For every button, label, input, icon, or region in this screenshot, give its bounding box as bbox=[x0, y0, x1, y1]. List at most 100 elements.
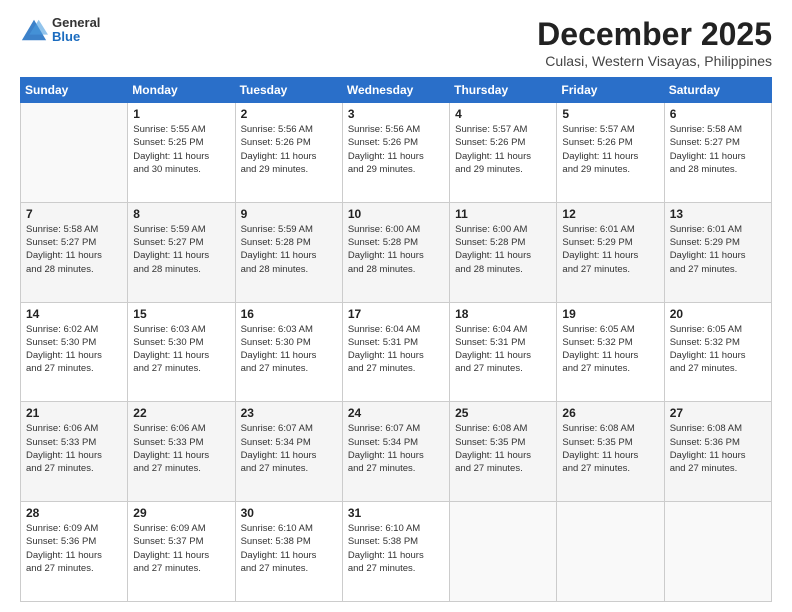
day-info: Sunrise: 5:58 AMSunset: 5:27 PMDaylight:… bbox=[670, 123, 766, 176]
day-number: 3 bbox=[348, 107, 444, 121]
day-number: 15 bbox=[133, 307, 229, 321]
day-number: 2 bbox=[241, 107, 337, 121]
table-row: 10 Sunrise: 6:00 AMSunset: 5:28 PMDayligh… bbox=[342, 202, 449, 302]
table-row: 17Sunrise: 6:04 AMSunset: 5:31 PMDayligh… bbox=[342, 302, 449, 402]
main-title: December 2025 bbox=[537, 16, 772, 53]
table-row bbox=[450, 502, 557, 602]
header-thursday: Thursday bbox=[450, 78, 557, 103]
day-number: 27 bbox=[670, 406, 766, 420]
calendar-week-row: 28 Sunrise: 6:09 AMSunset: 5:36 PMDayligh… bbox=[21, 502, 772, 602]
day-number: 4 bbox=[455, 107, 551, 121]
table-row: 27 Sunrise: 6:08 AMSunset: 5:36 PMDayligh… bbox=[664, 402, 771, 502]
day-number: 6 bbox=[670, 107, 766, 121]
day-info: Sunrise: 6:09 AMSunset: 5:36 PMDaylight:… bbox=[26, 522, 122, 575]
table-row: 13 Sunrise: 6:01 AMSunset: 5:29 PMDayligh… bbox=[664, 202, 771, 302]
logo-text: General Blue bbox=[52, 16, 100, 45]
day-number: 9 bbox=[241, 207, 337, 221]
calendar-week-row: 7Sunrise: 5:58 AMSunset: 5:27 PMDaylight… bbox=[21, 202, 772, 302]
day-number: 31 bbox=[348, 506, 444, 520]
day-number: 1 bbox=[133, 107, 229, 121]
table-row: 28 Sunrise: 6:09 AMSunset: 5:36 PMDayligh… bbox=[21, 502, 128, 602]
header-saturday: Saturday bbox=[664, 78, 771, 103]
table-row: 4Sunrise: 5:57 AMSunset: 5:26 PMDaylight… bbox=[450, 103, 557, 203]
logo: General Blue bbox=[20, 16, 100, 45]
day-info: Sunrise: 6:08 AMSunset: 5:36 PMDaylight:… bbox=[670, 422, 766, 475]
table-row: 29Sunrise: 6:09 AMSunset: 5:37 PMDayligh… bbox=[128, 502, 235, 602]
table-row: 8 Sunrise: 5:59 AMSunset: 5:27 PMDaylight… bbox=[128, 202, 235, 302]
day-info: Sunrise: 5:59 AMSunset: 5:27 PMDaylight:… bbox=[133, 223, 229, 276]
day-info: Sunrise: 6:01 AMSunset: 5:29 PMDaylight:… bbox=[562, 223, 658, 276]
day-info: Sunrise: 6:04 AMSunset: 5:31 PMDaylight:… bbox=[455, 323, 551, 376]
table-row: 9 Sunrise: 5:59 AMSunset: 5:28 PMDaylight… bbox=[235, 202, 342, 302]
day-number: 16 bbox=[241, 307, 337, 321]
day-number: 22 bbox=[133, 406, 229, 420]
day-info: Sunrise: 6:06 AMSunset: 5:33 PMDaylight:… bbox=[133, 422, 229, 475]
table-row: 19 Sunrise: 6:05 AMSunset: 5:32 PMDayligh… bbox=[557, 302, 664, 402]
page: General Blue December 2025 Culasi, Weste… bbox=[0, 0, 792, 612]
day-info: Sunrise: 6:07 AMSunset: 5:34 PMDaylight:… bbox=[348, 422, 444, 475]
table-row: 21Sunrise: 6:06 AMSunset: 5:33 PMDayligh… bbox=[21, 402, 128, 502]
table-row bbox=[557, 502, 664, 602]
day-number: 30 bbox=[241, 506, 337, 520]
day-number: 20 bbox=[670, 307, 766, 321]
day-number: 23 bbox=[241, 406, 337, 420]
table-row: 22 Sunrise: 6:06 AMSunset: 5:33 PMDayligh… bbox=[128, 402, 235, 502]
logo-general-text: General bbox=[52, 16, 100, 30]
calendar-header-row: Sunday Monday Tuesday Wednesday Thursday… bbox=[21, 78, 772, 103]
day-info: Sunrise: 6:10 AMSunset: 5:38 PMDaylight:… bbox=[348, 522, 444, 575]
header-monday: Monday bbox=[128, 78, 235, 103]
header-friday: Friday bbox=[557, 78, 664, 103]
day-info: Sunrise: 6:10 AMSunset: 5:38 PMDaylight:… bbox=[241, 522, 337, 575]
logo-icon bbox=[20, 16, 48, 44]
header: General Blue December 2025 Culasi, Weste… bbox=[20, 16, 772, 69]
table-row: 24 Sunrise: 6:07 AMSunset: 5:34 PMDayligh… bbox=[342, 402, 449, 502]
day-number: 26 bbox=[562, 406, 658, 420]
table-row: 5Sunrise: 5:57 AMSunset: 5:26 PMDaylight… bbox=[557, 103, 664, 203]
day-number: 19 bbox=[562, 307, 658, 321]
subtitle: Culasi, Western Visayas, Philippines bbox=[537, 53, 772, 69]
table-row: 18 Sunrise: 6:04 AMSunset: 5:31 PMDayligh… bbox=[450, 302, 557, 402]
day-info: Sunrise: 6:00 AMSunset: 5:28 PMDaylight:… bbox=[348, 223, 444, 276]
day-info: Sunrise: 5:59 AMSunset: 5:28 PMDaylight:… bbox=[241, 223, 337, 276]
calendar-table: Sunday Monday Tuesday Wednesday Thursday… bbox=[20, 77, 772, 602]
table-row: 16 Sunrise: 6:03 AMSunset: 5:30 PMDayligh… bbox=[235, 302, 342, 402]
table-row: 26 Sunrise: 6:08 AMSunset: 5:35 PMDayligh… bbox=[557, 402, 664, 502]
table-row: 31 Sunrise: 6:10 AMSunset: 5:38 PMDayligh… bbox=[342, 502, 449, 602]
day-info: Sunrise: 5:55 AMSunset: 5:25 PMDaylight:… bbox=[133, 123, 229, 176]
table-row: 23 Sunrise: 6:07 AMSunset: 5:34 PMDayligh… bbox=[235, 402, 342, 502]
table-row: 3Sunrise: 5:56 AMSunset: 5:26 PMDaylight… bbox=[342, 103, 449, 203]
table-row: 7Sunrise: 5:58 AMSunset: 5:27 PMDaylight… bbox=[21, 202, 128, 302]
day-number: 21 bbox=[26, 406, 122, 420]
day-number: 24 bbox=[348, 406, 444, 420]
calendar-week-row: 1 Sunrise: 5:55 AMSunset: 5:25 PMDaylight… bbox=[21, 103, 772, 203]
table-row: 1 Sunrise: 5:55 AMSunset: 5:25 PMDaylight… bbox=[128, 103, 235, 203]
table-row: 20Sunrise: 6:05 AMSunset: 5:32 PMDayligh… bbox=[664, 302, 771, 402]
day-info: Sunrise: 6:01 AMSunset: 5:29 PMDaylight:… bbox=[670, 223, 766, 276]
day-info: Sunrise: 6:03 AMSunset: 5:30 PMDaylight:… bbox=[133, 323, 229, 376]
day-info: Sunrise: 5:58 AMSunset: 5:27 PMDaylight:… bbox=[26, 223, 122, 276]
table-row: 6 Sunrise: 5:58 AMSunset: 5:27 PMDaylight… bbox=[664, 103, 771, 203]
day-number: 13 bbox=[670, 207, 766, 221]
day-number: 11 bbox=[455, 207, 551, 221]
table-row bbox=[21, 103, 128, 203]
header-wednesday: Wednesday bbox=[342, 78, 449, 103]
table-row: 12 Sunrise: 6:01 AMSunset: 5:29 PMDayligh… bbox=[557, 202, 664, 302]
day-info: Sunrise: 6:08 AMSunset: 5:35 PMDaylight:… bbox=[562, 422, 658, 475]
day-number: 17 bbox=[348, 307, 444, 321]
day-number: 29 bbox=[133, 506, 229, 520]
table-row: 15 Sunrise: 6:03 AMSunset: 5:30 PMDayligh… bbox=[128, 302, 235, 402]
day-number: 18 bbox=[455, 307, 551, 321]
day-number: 12 bbox=[562, 207, 658, 221]
day-info: Sunrise: 6:00 AMSunset: 5:28 PMDaylight:… bbox=[455, 223, 551, 276]
table-row: 25Sunrise: 6:08 AMSunset: 5:35 PMDayligh… bbox=[450, 402, 557, 502]
day-info: Sunrise: 6:07 AMSunset: 5:34 PMDaylight:… bbox=[241, 422, 337, 475]
day-number: 10 bbox=[348, 207, 444, 221]
day-number: 8 bbox=[133, 207, 229, 221]
day-info: Sunrise: 6:05 AMSunset: 5:32 PMDaylight:… bbox=[562, 323, 658, 376]
title-block: December 2025 Culasi, Western Visayas, P… bbox=[537, 16, 772, 69]
table-row: 2Sunrise: 5:56 AMSunset: 5:26 PMDaylight… bbox=[235, 103, 342, 203]
table-row bbox=[664, 502, 771, 602]
day-number: 25 bbox=[455, 406, 551, 420]
day-number: 28 bbox=[26, 506, 122, 520]
day-info: Sunrise: 6:03 AMSunset: 5:30 PMDaylight:… bbox=[241, 323, 337, 376]
